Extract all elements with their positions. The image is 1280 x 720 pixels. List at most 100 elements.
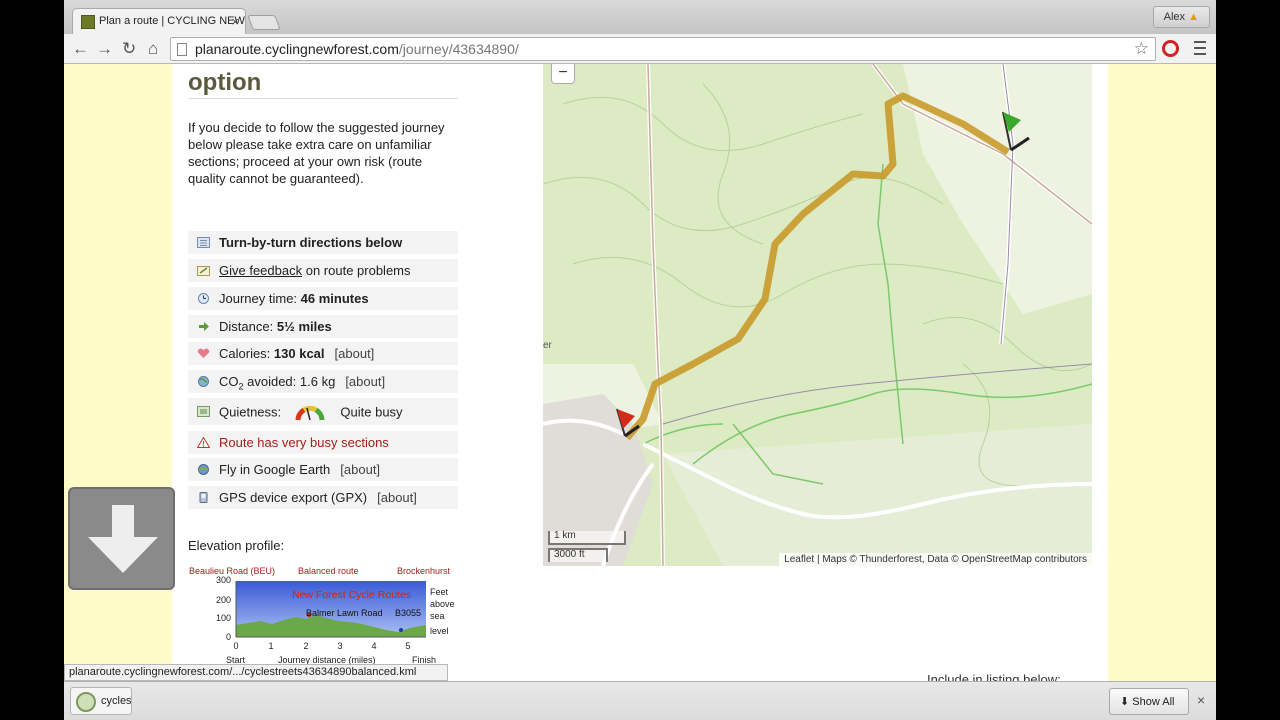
map-tiles — [543, 64, 1092, 566]
co2-about-link[interactable]: [about] — [345, 374, 385, 389]
journey-time-label: Journey time: — [219, 291, 301, 306]
url-host: planaroute.cyclingnewforest.com — [195, 41, 399, 57]
unit-line: sea — [430, 611, 445, 621]
directions-label: Turn-by-turn directions below — [219, 235, 403, 250]
shelf-close-icon[interactable]: × — [1197, 692, 1205, 708]
feedback-icon — [197, 266, 210, 276]
row-busy-warning: Route has very busy sections — [188, 431, 458, 454]
route-map[interactable]: − er 1 km 3000 ft Leaflet | Maps © Thund… — [543, 64, 1092, 566]
calories-about-link[interactable]: [about] — [335, 346, 375, 361]
browser-toolbar: ← → ↻ ⌂ planaroute.cyclingnewforest.com/… — [64, 34, 1216, 64]
elevation-profile-chart[interactable]: Beaulieu Road (BEU) Balanced route Brock… — [188, 564, 460, 664]
download-shelf: cycles ⬇ Show All × — [64, 681, 1216, 720]
row-quietness: Quietness: Quite busy — [188, 398, 458, 425]
tab-close-icon[interactable]: × — [231, 14, 239, 29]
quietness-icon — [197, 406, 210, 417]
busy-gauge-icon — [295, 405, 325, 421]
profile-b-road: B3055 — [395, 608, 421, 618]
route-warning-intro: If you decide to follow the suggested jo… — [188, 120, 445, 186]
profile-end-place: Brockenhurst — [397, 566, 451, 576]
profile-route-type: Balanced route — [298, 566, 359, 576]
opera-extension-icon[interactable] — [1162, 40, 1179, 57]
row-calories: Calories: 130 kcal [about] — [188, 342, 458, 365]
page-heading: option — [188, 69, 458, 99]
google-earth-about-link[interactable]: [about] — [340, 462, 380, 477]
download-icon: ⬇ — [1120, 696, 1130, 708]
page-icon — [177, 43, 187, 56]
home-icon[interactable]: ⌂ — [148, 39, 158, 59]
quietness-label: Quietness: — [219, 404, 282, 420]
row-gpx[interactable]: GPS device export (GPX) [about] — [188, 486, 458, 509]
site-favicon-icon — [81, 15, 95, 29]
journey-time-value: 46 minutes — [300, 291, 369, 306]
row-journey-time: Journey time: 46 minutes — [188, 287, 458, 310]
back-arrow-icon[interactable]: ← — [72, 39, 89, 59]
gps-device-icon — [199, 492, 208, 503]
row-distance: Distance: 5½ miles — [188, 315, 458, 338]
warning-triangle-icon — [197, 437, 210, 448]
x-axis-label: Journey distance (miles) — [278, 655, 376, 664]
tab-title: Plan a route | CYCLING NEW — [99, 15, 245, 27]
x-tick: 2 — [303, 641, 308, 651]
download-arrow-icon — [68, 487, 175, 590]
x-start: Start — [226, 655, 246, 664]
list-icon — [197, 237, 210, 248]
y-tick: 200 — [216, 595, 231, 605]
unit-line: Feet — [430, 587, 449, 597]
heart-icon — [197, 348, 210, 358]
give-feedback-link[interactable]: Give feedback — [219, 263, 302, 278]
bookmark-star-icon[interactable]: ☆ — [1134, 39, 1149, 59]
profile-overlay-title: New Forest Cycle Routes — [292, 589, 411, 601]
status-bar-url: planaroute.cyclingnewforest.com/.../cycl… — [64, 664, 448, 681]
download-item-name: cycles — [101, 695, 132, 707]
x-tick: 1 — [268, 641, 273, 651]
google-earth-link[interactable]: Fly in Google Earth — [219, 462, 330, 477]
scale-ft: 3000 ft — [548, 548, 608, 562]
page-content: option If you decide to follow the sugge… — [172, 64, 1108, 681]
row-directions[interactable]: Turn-by-turn directions below — [188, 231, 458, 254]
user-name: Alex — [1163, 11, 1186, 23]
download-file-icon — [76, 692, 96, 712]
x-finish: Finish — [412, 655, 436, 664]
y-tick: 0 — [226, 632, 231, 642]
reload-icon[interactable]: ↻ — [122, 39, 136, 59]
y-tick: 300 — [216, 575, 231, 585]
co2-value: avoided: 1.6 kg — [243, 374, 336, 389]
menu-icon[interactable] — [1194, 41, 1206, 55]
new-tab-button[interactable] — [247, 15, 281, 30]
google-earth-icon — [198, 464, 209, 475]
show-all-button[interactable]: ⬇ Show All — [1109, 688, 1189, 715]
clock-icon — [198, 293, 209, 304]
zoom-out-button[interactable]: − — [551, 64, 575, 84]
map-attribution[interactable]: Leaflet | Maps © Thunderforest, Data © O… — [779, 553, 1092, 566]
row-feedback: Give feedback on route problems — [188, 259, 458, 282]
map-edge-label: er — [543, 340, 552, 351]
gpx-export-link[interactable]: GPS device export (GPX) — [219, 490, 367, 505]
distance-label: Distance: — [219, 319, 277, 334]
address-bar[interactable]: planaroute.cyclingnewforest.com/journey/… — [170, 37, 1156, 61]
download-item[interactable]: cycles — [70, 687, 132, 715]
browser-window: Plan a route | CYCLING NEW × Alex ▲ ← → … — [64, 0, 1216, 720]
unit-line: level — [430, 626, 449, 636]
gpx-about-link[interactable]: [about] — [377, 490, 417, 505]
x-tick: 4 — [371, 641, 376, 651]
profile-road-label: Balmer Lawn Road — [306, 608, 383, 618]
calories-label: Calories: — [219, 346, 274, 361]
profile-start-place: Beaulieu Road (BEU) — [189, 566, 275, 576]
show-all-label: Show All — [1132, 696, 1175, 708]
tab-strip: Plan a route | CYCLING NEW × Alex ▲ — [64, 0, 1216, 34]
x-tick: 3 — [337, 641, 342, 651]
row-co2: CO2 avoided: 1.6 kg [about] — [188, 370, 458, 393]
elevation-title: Elevation profile: — [188, 538, 285, 553]
row-google-earth[interactable]: Fly in Google Earth [about] — [188, 458, 458, 481]
forward-arrow-icon[interactable]: → — [96, 39, 113, 59]
x-tick: 0 — [233, 641, 238, 651]
tab-plan-a-route[interactable]: Plan a route | CYCLING NEW × — [72, 8, 246, 34]
url-path: /journey/43634890/ — [398, 41, 519, 57]
quietness-value: Quite busy — [340, 404, 403, 420]
co2-label: CO — [219, 374, 239, 389]
user-profile-button[interactable]: Alex ▲ — [1152, 6, 1210, 28]
feedback-rest: on route problems — [302, 263, 411, 278]
calories-value: 130 kcal — [273, 346, 325, 361]
scale-km: 1 km — [548, 531, 626, 545]
